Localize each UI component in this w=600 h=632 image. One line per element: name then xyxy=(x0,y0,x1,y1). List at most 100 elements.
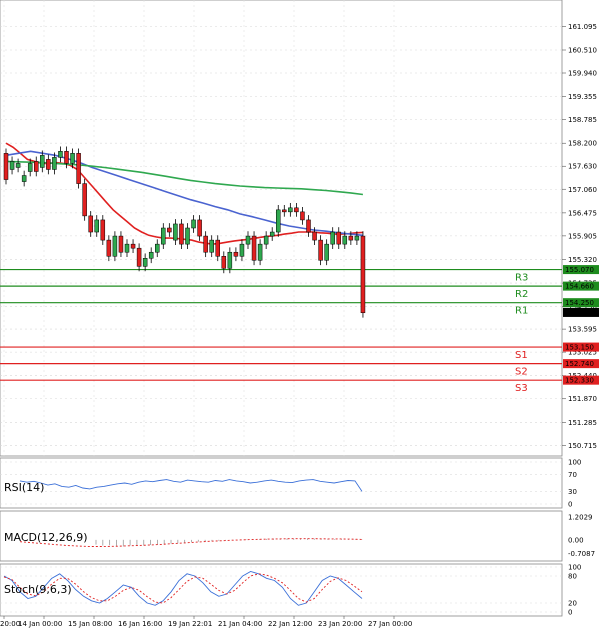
price-tick-label: 153.595 xyxy=(568,326,597,334)
price-tick-label: 151.285 xyxy=(568,419,597,427)
x-tick-label: 27 Jan 00:00 xyxy=(368,620,412,628)
x-tick-label: 21 Jan 04:00 xyxy=(218,620,262,628)
candle xyxy=(88,215,93,233)
price-tick-label: 158.200 xyxy=(568,140,597,148)
candle xyxy=(124,243,130,253)
candle xyxy=(203,235,208,253)
price-tick-label: 159.940 xyxy=(568,70,597,78)
price-panel xyxy=(0,0,563,457)
x-tick-label: 22 Jan 12:00 xyxy=(268,620,312,628)
candle xyxy=(276,209,281,233)
candle xyxy=(233,251,239,257)
candle xyxy=(269,231,275,237)
candle xyxy=(330,231,335,245)
macd-tick-label: 0.00 xyxy=(568,536,584,544)
x-tick-label: 14 Jan 00:00 xyxy=(18,620,62,628)
candle xyxy=(167,227,172,233)
candle xyxy=(112,235,118,257)
candle xyxy=(239,243,245,257)
candle xyxy=(306,219,311,233)
candle xyxy=(130,243,136,249)
price-tick-label: 155.905 xyxy=(568,232,597,240)
candle xyxy=(142,258,148,267)
candle xyxy=(215,239,220,257)
candle xyxy=(34,161,39,172)
rsi-tick-label: 30 xyxy=(568,488,577,496)
price-tick-label: 157.060 xyxy=(568,186,597,194)
current-price-label: 154.008 xyxy=(565,309,594,317)
candle xyxy=(245,235,251,245)
level-label-r1: R1 xyxy=(515,306,528,317)
macd-tick-label: -0.7087 xyxy=(568,550,595,558)
candle xyxy=(257,243,263,261)
candle xyxy=(251,235,257,261)
price-tick-label: 158.785 xyxy=(568,116,597,124)
candle xyxy=(76,153,81,184)
level-label-s1: S1 xyxy=(515,350,528,361)
candle xyxy=(15,163,21,168)
level-price-label: 152.330 xyxy=(565,377,594,385)
level-label-s3: S3 xyxy=(515,383,528,394)
stoch-tick-label: 20 xyxy=(568,600,577,608)
x-tick-label: 16 Jan 16:00 xyxy=(118,620,162,628)
price-tick-label: 156.475 xyxy=(568,209,597,217)
candle xyxy=(27,163,33,172)
level-price-label: 154.250 xyxy=(565,299,594,307)
candle xyxy=(209,239,214,253)
candle xyxy=(148,251,154,259)
price-tick-label: 160.510 xyxy=(568,46,597,54)
level-label-s2: S2 xyxy=(515,367,528,378)
candle xyxy=(100,219,106,241)
candle xyxy=(179,223,184,245)
candle xyxy=(185,227,190,245)
candle xyxy=(221,256,227,269)
price-tick-label: 155.320 xyxy=(568,256,597,264)
candle xyxy=(70,153,75,164)
rsi-panel xyxy=(0,457,563,509)
rsi-title: RSI(14) xyxy=(4,481,44,494)
candle xyxy=(155,243,160,253)
candle xyxy=(94,219,99,233)
level-price-label: 154.660 xyxy=(565,283,594,291)
x-tick-label: 15 Jan 08:00 xyxy=(68,620,112,628)
rsi-tick-label: 70 xyxy=(568,471,577,479)
stoch-tick-label: 0 xyxy=(568,609,572,617)
candle xyxy=(312,231,317,241)
candle xyxy=(58,151,63,158)
level-price-label: 155.070 xyxy=(565,266,594,274)
candle xyxy=(263,235,269,245)
candle xyxy=(197,219,202,237)
level-price-label: 152.740 xyxy=(565,360,594,368)
candle xyxy=(136,247,142,267)
level-price-label: 153.150 xyxy=(565,344,594,352)
x-tick-label: 19 Jan 22:01 xyxy=(168,620,212,628)
rsi-tick-label: 100 xyxy=(568,459,581,467)
stoch-title: Stoch(9,6,3) xyxy=(4,583,72,596)
level-label-r2: R2 xyxy=(515,289,528,300)
candle xyxy=(227,251,233,269)
candle xyxy=(336,231,341,245)
candle xyxy=(40,155,45,168)
candle xyxy=(288,207,293,213)
candle xyxy=(52,157,57,170)
rsi-tick-label: 0 xyxy=(568,501,572,509)
candle xyxy=(324,243,329,261)
candle xyxy=(300,211,305,221)
candle xyxy=(82,183,87,217)
price-tick-label: 157.630 xyxy=(568,163,597,171)
candle xyxy=(46,159,51,170)
price-tick-label: 150.715 xyxy=(568,442,597,450)
candle xyxy=(282,209,287,213)
level-label-r3: R3 xyxy=(515,273,528,284)
candle xyxy=(318,239,323,261)
stoch-panel xyxy=(0,563,563,617)
forex-chart: 161.095 160.510 159.940 159.355 158.785 158.2… xyxy=(0,0,599,628)
macd-tick-label: 1.2029 xyxy=(568,513,593,521)
price-tick-label: 159.355 xyxy=(568,93,597,101)
candle xyxy=(118,235,124,253)
candle xyxy=(342,235,348,245)
macd-title: MACD(12,26,9) xyxy=(4,531,88,544)
candle xyxy=(294,207,299,213)
price-tick-label: 151.870 xyxy=(568,395,597,403)
candle xyxy=(173,223,178,241)
